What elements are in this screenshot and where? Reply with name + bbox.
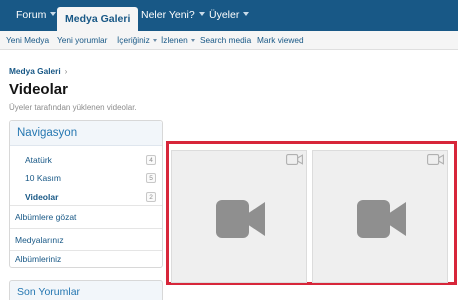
nav-tab-neler-yeni[interactable]: Neler Yeni?: [141, 0, 205, 31]
link-albumlere-gozat[interactable]: Albümlere gözat: [15, 212, 76, 222]
link-medyalariniz[interactable]: Medyalarınız: [15, 235, 64, 245]
video-camera-icon: [357, 200, 406, 238]
divider: [10, 250, 162, 251]
sub-navigation: Yeni Medya Yeni yorumlar İçeriğiniz İzle…: [0, 31, 458, 50]
subnav-mark-viewed[interactable]: Mark viewed: [257, 31, 304, 50]
video-camera-icon: [286, 154, 303, 165]
media-item-video-2[interactable]: [312, 150, 448, 283]
sidebar-header: Navigasyon: [10, 121, 162, 146]
subnav-izlenen[interactable]: İzlenen: [161, 31, 195, 50]
breadcrumb: Medya Galeri ›: [9, 66, 67, 76]
sidebar-item-ataturk[interactable]: Atatürk 4: [10, 151, 162, 169]
nav-tab-forum[interactable]: Forum: [16, 0, 57, 31]
breadcrumb-link-medya-galeri[interactable]: Medya Galeri: [9, 66, 61, 76]
sidebar-item-label: Videolar: [25, 192, 59, 202]
count-badge: 4: [146, 155, 156, 165]
media-grid-highlight: [166, 141, 457, 285]
subnav-iceriginiz[interactable]: İçeriğiniz: [117, 31, 157, 50]
sidebar-item-label: 10 Kasım: [25, 173, 61, 183]
nav-tab-medya-galeri[interactable]: Medya Galeri: [57, 7, 139, 31]
sidebar-son-yorumlar: Son Yorumlar: [9, 280, 163, 300]
link-albumleriniz[interactable]: Albümleriniz: [15, 254, 61, 264]
video-camera-icon: [216, 200, 265, 238]
sidebar-item-videolar[interactable]: Videolar 2: [10, 188, 162, 206]
chevron-down-icon: [152, 39, 157, 42]
breadcrumb-separator-icon: ›: [64, 66, 68, 76]
chevron-down-icon: [50, 12, 57, 16]
top-navigation: Forum Medya Galeri Neler Yeni? Üyeler: [0, 0, 458, 31]
subnav-search-media[interactable]: Search media: [200, 31, 251, 50]
sidebar-item-label: Atatürk: [25, 155, 52, 165]
page-title: Videolar: [9, 81, 68, 98]
chevron-down-icon: [190, 39, 195, 42]
subnav-yeni-medya[interactable]: Yeni Medya: [6, 31, 49, 50]
chevron-down-icon: [243, 12, 250, 16]
sidebar-title: Navigasyon: [17, 127, 78, 139]
nav-tab-uyeler[interactable]: Üyeler: [209, 0, 250, 31]
count-badge: 2: [146, 192, 156, 202]
divider: [10, 228, 162, 229]
chevron-down-icon: [198, 12, 205, 16]
video-camera-icon: [427, 154, 444, 165]
sidebar-section-title: Son Yorumlar: [17, 286, 81, 298]
count-badge: 5: [146, 173, 156, 183]
media-item-video-1[interactable]: [171, 150, 307, 283]
page-description: Üyeler tarafından yüklenen videolar.: [9, 103, 137, 112]
subnav-yeni-yorumlar[interactable]: Yeni yorumlar: [57, 31, 107, 50]
sidebar-item-10-kasim[interactable]: 10 Kasım 5: [10, 169, 162, 187]
divider: [10, 205, 162, 206]
sidebar-navigation: Navigasyon Atatürk 4 10 Kasım 5 Videolar…: [9, 120, 163, 268]
